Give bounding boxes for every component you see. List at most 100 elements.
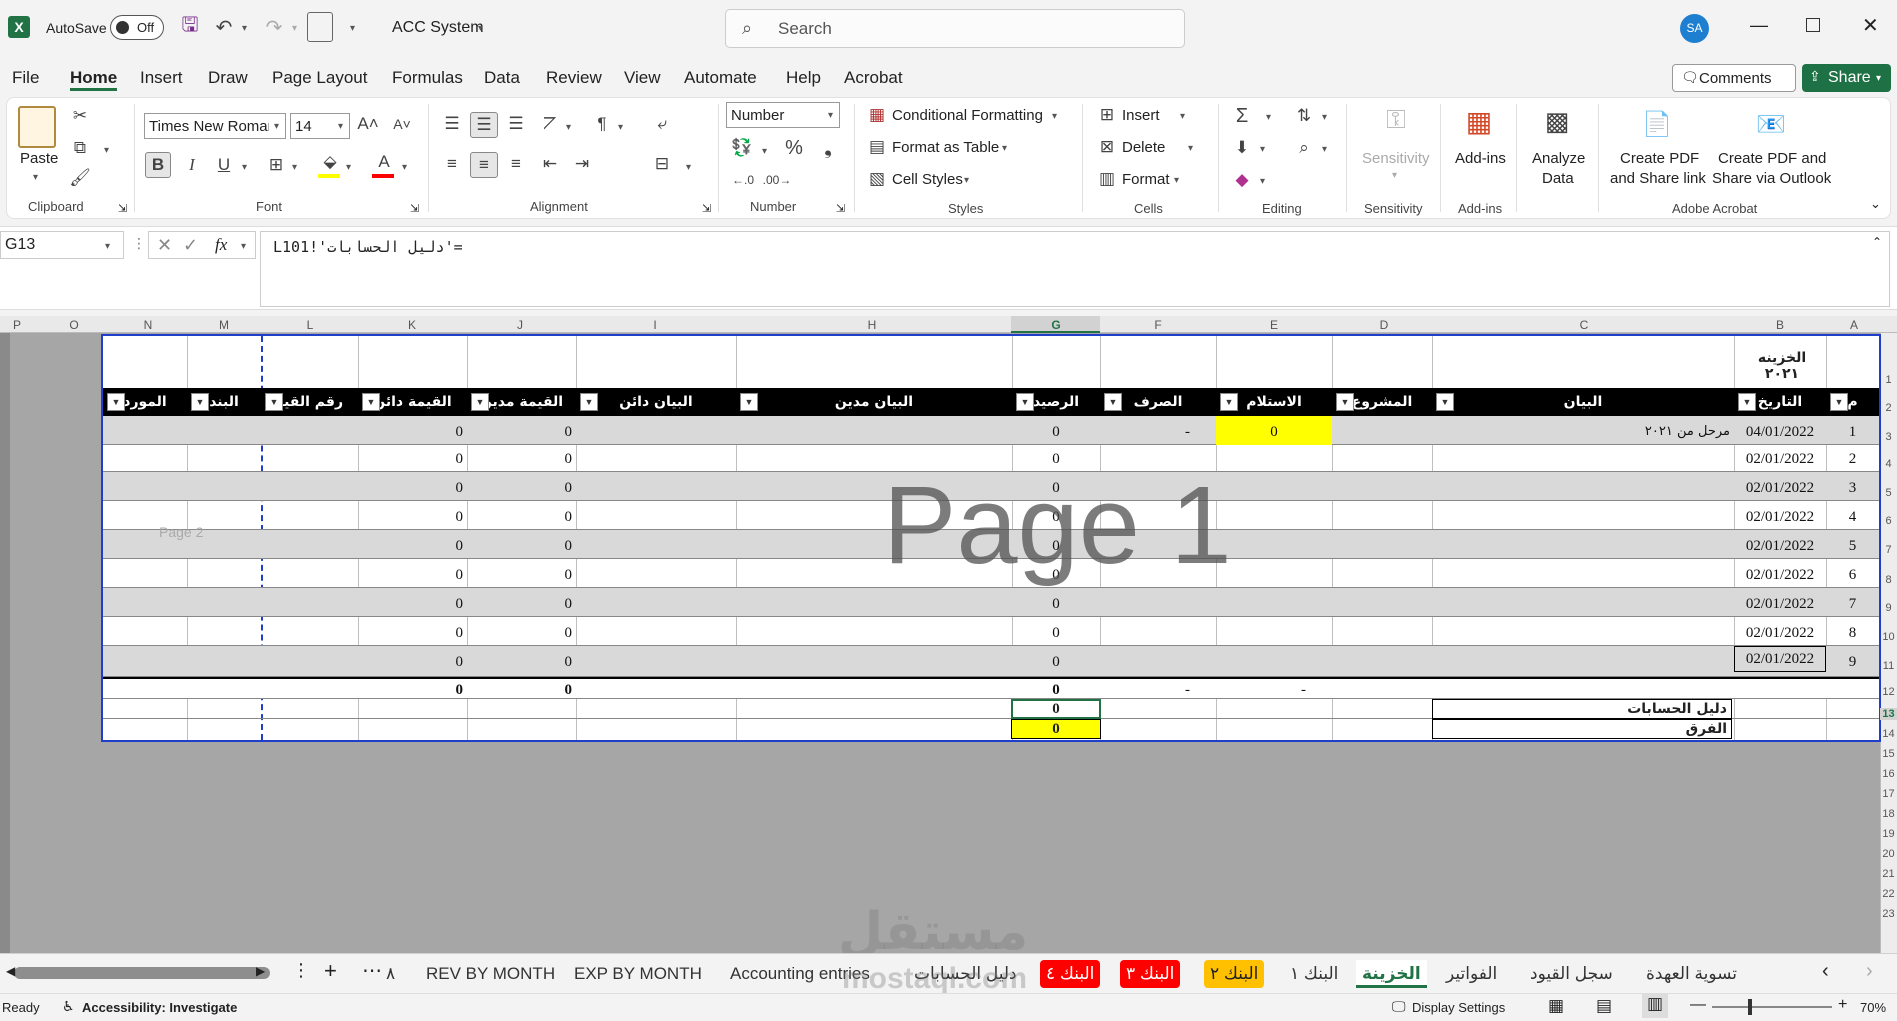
row-header[interactable]: 14 — [1880, 728, 1897, 740]
cell-date[interactable]: 02/01/2022 — [1734, 588, 1826, 617]
cell-desc[interactable] — [1432, 501, 1730, 530]
insert-cells-icon[interactable]: ⊞ — [1096, 104, 1118, 126]
orientation-chevron-icon[interactable]: ▾ — [566, 122, 571, 133]
filter-dropdown-icon[interactable]: ▼ — [1220, 393, 1238, 411]
sheet-tab[interactable]: الخزينة — [1356, 960, 1427, 988]
delete-chevron-icon[interactable]: ▾ — [1188, 143, 1193, 154]
italic-icon[interactable]: I — [180, 152, 204, 178]
format-cells-icon[interactable]: ▥ — [1096, 168, 1118, 190]
cell-receipt[interactable] — [1216, 472, 1332, 501]
cell-styles-button[interactable]: Cell Styles — [892, 171, 963, 188]
redo-icon[interactable]: ↷ — [262, 15, 286, 39]
add-sheet-icon[interactable]: + — [324, 958, 337, 984]
sensitivity-chevron-icon[interactable]: ▾ — [1392, 170, 1397, 181]
sheet-title[interactable]: الخزينه ٢٠٢١ — [1739, 350, 1825, 382]
cell-balance[interactable]: 0 — [1012, 617, 1100, 646]
clipboard-launcher-icon[interactable]: ⇲ — [118, 202, 127, 215]
accounting-format-icon[interactable]: 💱 — [730, 136, 754, 160]
cell-m[interactable]: 8 — [1826, 617, 1879, 646]
filter-dropdown-icon[interactable]: ▼ — [107, 393, 125, 411]
delete-cells-button[interactable]: Delete — [1122, 139, 1165, 156]
rtl-icon[interactable]: ¶ — [590, 112, 614, 136]
conditional-formatting-icon[interactable]: ▦ — [866, 104, 888, 126]
cell-m[interactable]: 2 — [1826, 443, 1879, 472]
cell-m[interactable]: 4 — [1826, 501, 1879, 530]
row-header[interactable]: 16 — [1880, 768, 1897, 780]
file-name[interactable]: ACC System — [392, 19, 484, 37]
cell-date[interactable]: 02/01/2022 — [1734, 646, 1826, 672]
name-box[interactable]: G13 ▾ — [0, 231, 124, 259]
row-header[interactable]: 22 — [1880, 888, 1897, 900]
col-header-selected[interactable]: G — [1044, 318, 1068, 333]
fill-down-chevron-icon[interactable]: ▾ — [1260, 144, 1265, 155]
fat-chevron-icon[interactable]: ▾ — [1002, 143, 1007, 154]
zoom-in-icon[interactable]: + — [1838, 996, 1847, 1014]
excel-logo-icon[interactable]: X — [8, 16, 30, 38]
cell-balance[interactable]: 0 — [1012, 588, 1100, 617]
cell-m[interactable]: 1 — [1826, 416, 1879, 445]
underline-icon[interactable]: U — [212, 152, 236, 178]
row-header[interactable]: 12 — [1880, 686, 1897, 698]
percent-icon[interactable]: % — [782, 136, 806, 160]
create-pdf-outlook-line2[interactable]: Share via Outlook — [1712, 170, 1831, 187]
delete-cells-icon[interactable]: ⊠ — [1096, 136, 1118, 158]
cell-debit[interactable]: 0 — [467, 559, 573, 588]
cell-debit[interactable]: 0 — [467, 646, 573, 675]
addins-icon[interactable]: ▦ — [1462, 104, 1496, 138]
cell-desc[interactable] — [1432, 588, 1730, 617]
menu-formulas[interactable]: Formulas — [392, 68, 463, 88]
align-top-icon[interactable]: ☰ — [440, 112, 464, 136]
create-pdf-share-line2[interactable]: and Share link — [1610, 170, 1706, 187]
difference-label[interactable]: الفرق — [1432, 719, 1732, 739]
cell-credit[interactable]: 0 — [358, 443, 464, 472]
create-pdf-share-line1[interactable]: Create PDF — [1620, 150, 1699, 167]
addins-button[interactable]: Add-ins — [1455, 150, 1506, 167]
cell-receipt[interactable] — [1216, 646, 1332, 675]
zoom-slider-thumb[interactable] — [1748, 999, 1752, 1015]
sheet-tab[interactable]: سجل القيود — [1524, 960, 1619, 988]
menu-automate[interactable]: Automate — [684, 68, 757, 88]
row-header[interactable]: 15 — [1880, 748, 1897, 760]
filter-dropdown-icon[interactable]: ▼ — [1016, 393, 1034, 411]
col-header[interactable]: M — [212, 318, 236, 333]
col-header[interactable]: D — [1372, 318, 1396, 333]
sheet-tab[interactable]: البنك ٢ — [1204, 960, 1265, 988]
normal-view-icon[interactable]: ▦ — [1548, 996, 1564, 1016]
search-box[interactable]: ⌕ Search — [725, 9, 1185, 48]
filter-dropdown-icon[interactable]: ▼ — [265, 393, 283, 411]
clear-chevron-icon[interactable]: ▾ — [1260, 176, 1265, 187]
paste-chevron-icon[interactable]: ▾ — [33, 172, 38, 183]
analyze-data-line2[interactable]: Data — [1542, 170, 1574, 187]
decrease-font-icon[interactable]: A˅ — [390, 112, 414, 136]
row-header[interactable]: 11 — [1880, 660, 1897, 672]
row-header[interactable]: 23 — [1880, 908, 1897, 920]
merge-chevron-icon[interactable]: ▾ — [686, 162, 691, 173]
number-launcher-icon[interactable]: ⇲ — [836, 202, 845, 215]
cell-desc[interactable] — [1432, 472, 1730, 501]
col-header[interactable]: O — [62, 318, 86, 333]
filter-dropdown-icon[interactable]: ▼ — [1436, 393, 1454, 411]
menu-view[interactable]: View — [624, 68, 661, 88]
align-middle-icon[interactable]: ☰ — [470, 112, 498, 138]
create-pdf-outlook-icon[interactable]: 📧 — [1756, 108, 1786, 140]
cell-desc[interactable] — [1432, 559, 1730, 588]
sheet-tab[interactable]: البنك ١ — [1284, 960, 1344, 988]
cell-desc[interactable]: مرحل من ٢٠٢١ — [1432, 416, 1730, 445]
cell-expense[interactable] — [1100, 617, 1190, 646]
file-name-chevron-icon[interactable]: ▾ — [478, 23, 483, 34]
cell-debit[interactable]: 0 — [467, 588, 573, 617]
cell-receipt[interactable]: 0 — [1216, 416, 1332, 445]
cell-desc[interactable] — [1432, 646, 1730, 675]
col-header[interactable]: C — [1572, 318, 1596, 333]
cell-desc[interactable] — [1432, 617, 1730, 646]
cell-receipt[interactable] — [1216, 501, 1332, 530]
merge-center-icon[interactable]: ⊟ — [650, 152, 674, 176]
chart-accounts-label[interactable]: دليل الحسابات — [1432, 699, 1732, 719]
format-painter-icon[interactable]: 🖌 — [69, 168, 91, 188]
insert-cells-button[interactable]: Insert — [1122, 107, 1160, 124]
cell-credit[interactable]: 0 — [358, 501, 464, 530]
sheet-tab[interactable]: الفواتير — [1440, 960, 1503, 988]
sheet-tab[interactable]: REV BY MONTH — [420, 960, 561, 988]
col-header[interactable]: B — [1768, 318, 1792, 333]
menu-file[interactable]: File — [12, 68, 39, 88]
